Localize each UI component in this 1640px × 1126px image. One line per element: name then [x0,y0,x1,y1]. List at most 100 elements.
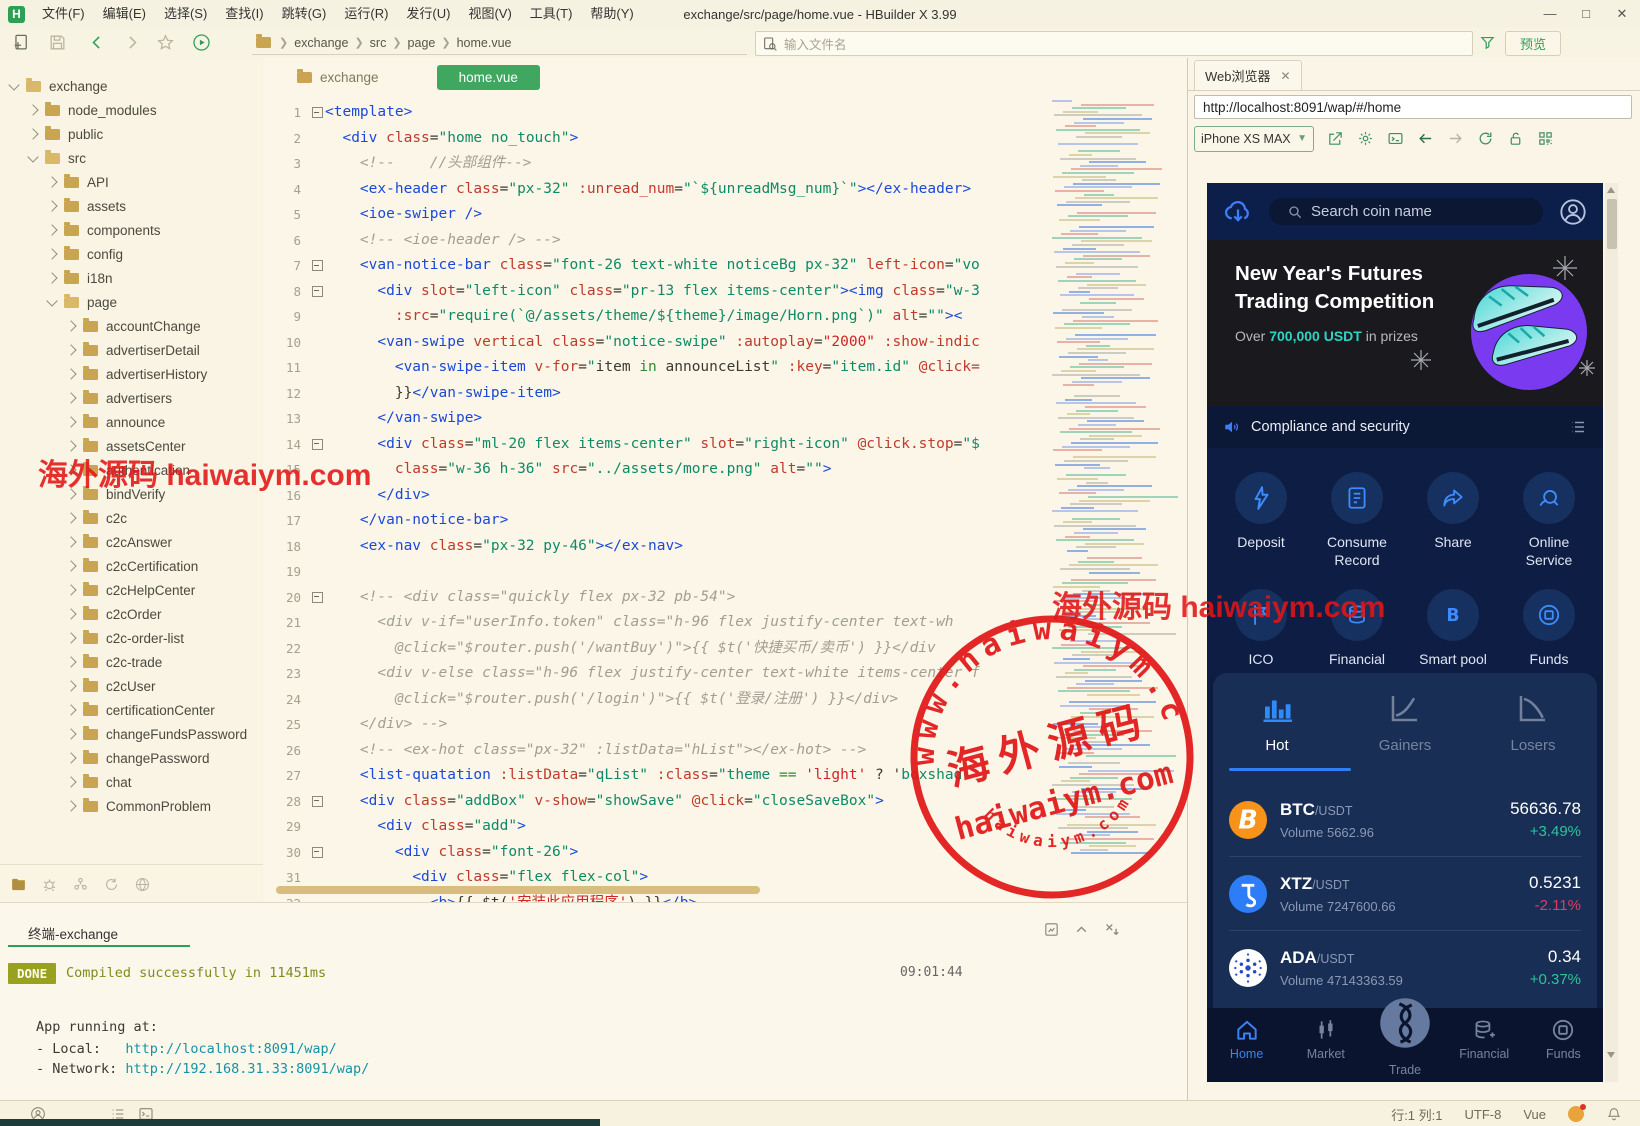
code-line[interactable]: 26 <!-- <ex-hot class="px-32" :listData=… [263,738,1053,764]
unlock-icon[interactable] [1507,130,1524,147]
project-tab-label[interactable]: exchange [297,68,379,85]
tree-item-c2cHelpCenter[interactable]: c2cHelpCenter [0,578,263,602]
code-line[interactable]: 21 <div v-if="userInfo.token" class="h-9… [263,610,1053,636]
tree-item-src[interactable]: src [0,146,263,170]
tree-item-c2cUser[interactable]: c2cUser [0,674,263,698]
code-line[interactable]: 30 <div class="font-26"> [263,840,1053,866]
tree-item-public[interactable]: public [0,122,263,146]
fold-gutter[interactable] [309,795,325,807]
tree-item-CommonProblem[interactable]: CommonProblem [0,794,263,818]
coin-row-btc[interactable]: B BTC/USDT Volume 5662.96 56636.78 +3.49% [1229,783,1581,857]
tree-item-i18n[interactable]: i18n [0,266,263,290]
tree-item-c2cOrder[interactable]: c2cOrder [0,602,263,626]
fold-icon[interactable] [311,285,323,297]
tree-item-page[interactable]: page [0,290,263,314]
tree-item-chat[interactable]: chat [0,770,263,794]
tab-home-vue[interactable]: home.vue [436,64,540,90]
coin-row-ada[interactable]: ADA/USDT Volume 47143363.59 0.34 +0.37% [1229,931,1581,1004]
tab-web-browser[interactable]: Web浏览器 ✕ [1194,60,1302,90]
tree-item-node_modules[interactable]: node_modules [0,98,263,122]
code-line[interactable]: 2 <div class="home no_touch"> [263,126,1053,152]
qr-code-icon[interactable] [1537,130,1554,147]
tree-item-config[interactable]: config [0,242,263,266]
filter-icon[interactable] [1479,34,1496,51]
notice-list-icon[interactable] [1569,418,1587,436]
code-line[interactable]: 22 @click="$router.push('/wantBuy')">{{ … [263,636,1053,662]
local-url-link[interactable]: http://localhost:8091/wap/ [125,1041,336,1057]
fold-icon[interactable] [311,795,323,807]
horizontal-scrollbar[interactable] [276,886,760,894]
code-line[interactable]: 5 <ioe-swiper /> [263,202,1053,228]
code-line[interactable]: 16 </div> [263,483,1053,509]
console-icon[interactable] [1387,130,1404,147]
code-line[interactable]: 25 </div> --> [263,712,1053,738]
tree-item-authentication[interactable]: authentication [0,458,263,482]
fold-gutter[interactable] [309,846,325,858]
grid-item-smartpool[interactable]: B Smart pool [1405,575,1501,673]
new-file-button[interactable] [12,33,31,52]
fold-gutter[interactable] [309,285,325,297]
code-line[interactable]: 20 <!-- <div class="quickly flex px-32 p… [263,585,1053,611]
menu-item[interactable]: 文件(F) [33,0,94,28]
preview-button[interactable]: 预览 [1505,31,1561,56]
menu-item[interactable]: 帮助(Y) [581,0,642,28]
bell-icon[interactable] [1606,1106,1622,1122]
menu-item[interactable]: 查找(I) [216,0,272,28]
close-tab-icon[interactable]: ✕ [1281,69,1291,83]
code-line[interactable]: 3 <!-- //头部组件--> [263,151,1053,177]
tree-item-assetsCenter[interactable]: assetsCenter [0,434,263,458]
tree-item-c2c[interactable]: c2c [0,506,263,530]
tree-item-c2c-trade[interactable]: c2c-trade [0,650,263,674]
fold-gutter[interactable] [309,591,325,603]
globe-icon[interactable] [134,876,151,893]
code-line[interactable]: 12 }}</van-swipe-item> [263,381,1053,407]
tree-item-accountChange[interactable]: accountChange [0,314,263,338]
menu-item[interactable]: 工具(T) [521,0,582,28]
tree-item-c2cAnswer[interactable]: c2cAnswer [0,530,263,554]
breadcrumb[interactable]: ❯ exchange ❯ src ❯ page ❯ home.vue [252,31,747,55]
tree-item-c2cCertification[interactable]: c2cCertification [0,554,263,578]
menu-item[interactable]: 视图(V) [459,0,520,28]
tree-item-announce[interactable]: announce [0,410,263,434]
tree-item-advertiserHistory[interactable]: advertiserHistory [0,362,263,386]
tab-hot[interactable]: Hot [1213,673,1341,773]
profile-icon[interactable] [1559,198,1587,226]
code-line[interactable]: 15 class="w-36 h-36" src="../assets/more… [263,457,1053,483]
file-search-input[interactable]: 输入文件名 [755,31,1473,56]
scroll-down-icon[interactable] [1607,1052,1615,1058]
nav-item-trade[interactable]: Trade [1365,998,1444,1082]
run-button[interactable] [192,33,211,52]
code-line[interactable]: 13 </van-swipe> [263,406,1053,432]
code-line[interactable]: 11 <van-swipe-item v-for="item in announ… [263,355,1053,381]
grid-item-funds[interactable]: Funds [1501,575,1597,673]
nav-item-funds[interactable]: Funds [1524,1008,1603,1082]
refresh-icon[interactable] [1477,130,1494,147]
close-button[interactable]: ✕ [1604,0,1640,27]
menu-item[interactable]: 发行(U) [397,0,459,28]
tree-item-API[interactable]: API [0,170,263,194]
nav-item-financial[interactable]: Financial [1445,1008,1524,1082]
nav-back-icon[interactable] [1417,130,1434,147]
tree-item-assets[interactable]: assets [0,194,263,218]
save-button[interactable] [48,33,67,52]
nav-item-home[interactable]: Home [1207,1008,1286,1082]
fold-icon[interactable] [311,591,323,603]
tree-item-advertisers[interactable]: advertisers [0,386,263,410]
code-line[interactable]: 1 <template> [263,100,1053,126]
url-bar[interactable]: http://localhost:8091/wap/#/home [1194,95,1632,119]
debug-icon[interactable] [41,876,58,893]
scrollbar-thumb[interactable] [1606,199,1617,249]
language-mode[interactable]: Vue [1523,1107,1546,1122]
grid-item-share[interactable]: Share [1405,458,1501,575]
nav-item-market[interactable]: Market [1286,1008,1365,1082]
coin-row-xtz[interactable]: XTZ/USDT Volume 7247600.66 0.5231 -2.11% [1229,857,1581,931]
code-editor[interactable]: exchange home.vue 1 <template> 2 <div clas… [263,58,1187,902]
breadcrumb-item[interactable]: exchange [290,36,352,50]
collapse-panel-icon[interactable] [1073,921,1090,938]
grid-item-service[interactable]: Online Service [1501,458,1597,575]
refresh-view-icon[interactable] [103,876,120,893]
update-notification-icon[interactable] [1568,1104,1586,1122]
breadcrumb-item[interactable]: home.vue [453,36,516,50]
files-view-icon[interactable] [10,876,27,893]
code-line[interactable]: 18 <ex-nav class="px-32 py-46"></ex-nav> [263,534,1053,560]
